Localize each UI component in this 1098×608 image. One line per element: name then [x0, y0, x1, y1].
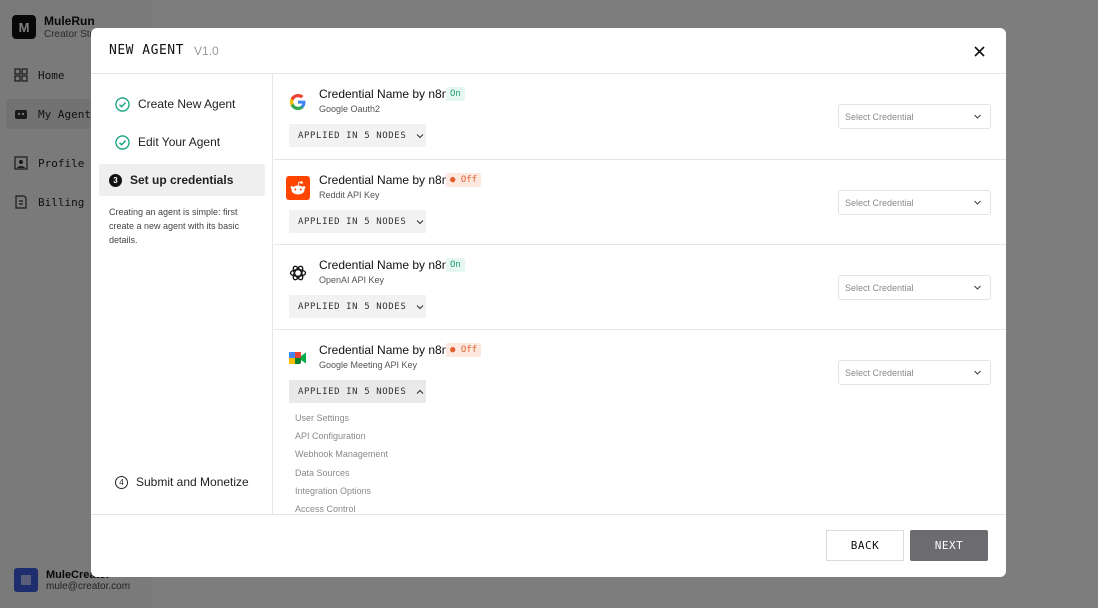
node-item: API Configuration [295, 431, 366, 441]
chevron-down-icon [416, 304, 424, 309]
select-credential-dropdown[interactable]: Select Credential [838, 275, 991, 300]
credential-row: Credential Name by n8n ● Off Reddit API … [274, 160, 1006, 245]
modal-footer: BACK NEXT [91, 514, 1006, 577]
applied-label: APPLIED IN 5 NODES [298, 386, 407, 397]
step-create-new-agent[interactable]: Create New Agent [99, 88, 265, 120]
modal-header: NEW AGENT V1.0 [91, 28, 1006, 74]
applied-nodes-toggle[interactable]: APPLIED IN 5 NODES [289, 124, 426, 147]
select-placeholder: Select Credential [845, 111, 914, 122]
status-badge: ● Off [446, 173, 482, 187]
select-placeholder: Select Credential [845, 282, 914, 293]
next-button[interactable]: NEXT [910, 530, 988, 561]
credential-row: Credential Name by n8n ● Off Google Meet… [274, 330, 1006, 514]
node-item: Data Sources [295, 468, 350, 478]
select-placeholder: Select Credential [845, 367, 914, 378]
reddit-icon [286, 176, 310, 200]
back-button[interactable]: BACK [826, 530, 904, 561]
select-credential-dropdown[interactable]: Select Credential [838, 190, 991, 215]
credential-row: Credential Name by n8n On OpenAI API Key… [274, 245, 1006, 330]
applied-nodes-toggle[interactable]: APPLIED IN 5 NODES [289, 210, 426, 233]
step-label: Edit Your Agent [138, 135, 221, 149]
step-number-badge: 3 [109, 173, 122, 187]
close-button[interactable] [970, 42, 988, 60]
select-credential-dropdown[interactable]: Select Credential [838, 360, 991, 385]
chevron-down-icon [416, 219, 424, 224]
status-badge: On [446, 87, 465, 101]
chevron-up-icon [416, 389, 424, 394]
chevron-down-icon [974, 285, 981, 290]
credential-row: Credential Name by n8n On Google Oauth2 … [274, 74, 1006, 160]
step-submit-and-monetize[interactable]: 4 Submit and Monetize [99, 466, 265, 498]
node-item: Integration Options [295, 486, 372, 496]
status-badge: ● Off [446, 343, 482, 357]
credential-name: Credential Name by n8n [319, 343, 449, 357]
chevron-down-icon [974, 114, 981, 119]
applied-label: APPLIED IN 5 NODES [298, 301, 407, 312]
step-number-badge: 4 [115, 475, 128, 489]
node-item: User Settings [295, 413, 350, 423]
modal-title: NEW AGENT [109, 43, 184, 58]
credential-list[interactable]: Credential Name by n8n On Google Oauth2 … [274, 74, 1006, 514]
google-meet-icon [286, 346, 310, 370]
node-item: Access Control [295, 504, 356, 514]
check-circle-icon [115, 134, 130, 150]
google-icon [286, 90, 310, 114]
step-set-up-credentials[interactable]: 3 Set up credentials [99, 164, 265, 196]
steps-panel: Create New Agent Edit Your Agent 3 Set u… [91, 74, 273, 514]
step-description: Creating an agent is simple: first creat… [109, 207, 240, 245]
check-circle-icon [115, 96, 130, 112]
close-icon [973, 45, 985, 57]
modal-version: V1.0 [193, 43, 219, 58]
status-badge: On [446, 258, 465, 272]
credential-type: Google Oauth2 [319, 104, 381, 114]
credential-name: Credential Name by n8n [319, 258, 449, 272]
credential-type: Google Meeting API Key [319, 360, 418, 370]
step-edit-your-agent[interactable]: Edit Your Agent [99, 126, 265, 158]
chevron-down-icon [974, 200, 981, 205]
chevron-down-icon [416, 133, 424, 138]
step-label: Set up credentials [130, 173, 234, 187]
step-label: Create New Agent [138, 97, 236, 111]
step-label: Submit and Monetize [136, 475, 249, 489]
credential-type: Reddit API Key [319, 190, 380, 200]
select-placeholder: Select Credential [845, 197, 914, 208]
credential-type: OpenAI API Key [319, 275, 385, 285]
applied-label: APPLIED IN 5 NODES [298, 216, 407, 227]
openai-icon [286, 261, 310, 285]
chevron-down-icon [974, 370, 981, 375]
credential-name: Credential Name by n8n [319, 173, 449, 187]
applied-label: APPLIED IN 5 NODES [298, 130, 407, 141]
node-item: Webhook Management [295, 449, 388, 459]
select-credential-dropdown[interactable]: Select Credential [838, 104, 991, 129]
new-agent-modal: NEW AGENT V1.0 Create New Agent Edit You… [91, 28, 1006, 577]
applied-nodes-toggle[interactable]: APPLIED IN 5 NODES [289, 295, 426, 318]
credential-name: Credential Name by n8n [319, 87, 449, 101]
applied-nodes-toggle[interactable]: APPLIED IN 5 NODES [289, 380, 426, 403]
